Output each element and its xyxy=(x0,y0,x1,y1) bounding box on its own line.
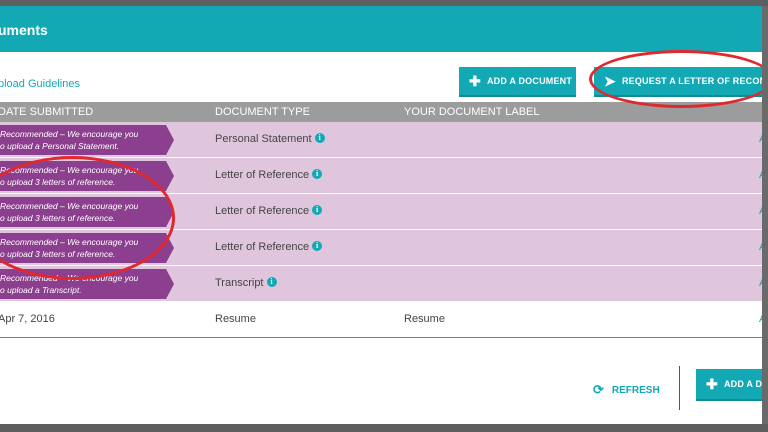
document-type: Transcript i xyxy=(215,277,277,289)
footer-divider xyxy=(679,366,680,410)
flag-line-2: o upload a Personal Statement. xyxy=(0,141,120,151)
panel-title: uments xyxy=(0,22,48,38)
row-action-link[interactable]: A xyxy=(759,205,762,217)
documents-panel: uments pload Guidelines ✚ ADD A DOCUMENT… xyxy=(0,6,768,424)
info-icon[interactable]: i xyxy=(314,133,325,143)
flag-line-1: Recommended – We encourage you xyxy=(0,129,139,139)
document-type: Letter of Reference i xyxy=(215,241,323,253)
row-action-link[interactable]: A xyxy=(759,133,762,145)
refresh-label: REFRESH xyxy=(611,384,660,396)
annotation-circle xyxy=(589,50,762,108)
refresh-button[interactable]: ⟳ REFRESH xyxy=(593,382,660,398)
document-type: Resume xyxy=(215,313,256,325)
info-icon[interactable]: i xyxy=(266,277,277,287)
panel-footer: ⟳ REFRESH ✚ ADD A DOC xyxy=(0,356,762,424)
refresh-icon: ⟳ xyxy=(593,382,604,397)
add-document-button[interactable]: ✚ ADD A DOCUMENT xyxy=(459,67,576,97)
panel-header: uments xyxy=(0,6,762,52)
info-icon[interactable]: i xyxy=(312,205,323,215)
flag-line-2: o upload a Transcript. xyxy=(0,285,82,295)
add-document-button-footer[interactable]: ✚ ADD A DOC xyxy=(696,369,763,401)
plus-icon: ✚ xyxy=(469,73,481,89)
row-action-link[interactable]: A xyxy=(759,241,762,253)
add-document-label: ADD A DOC xyxy=(723,379,763,389)
info-icon[interactable]: i xyxy=(312,169,323,179)
column-document-type: DOCUMENT TYPE xyxy=(215,106,310,118)
table-row: Apr 7, 2016 Resume Resume A xyxy=(0,302,762,338)
document-type: Personal Statement i xyxy=(215,133,325,145)
column-document-label: YOUR DOCUMENT LABEL xyxy=(404,106,540,118)
document-label: Resume xyxy=(404,313,445,325)
row-action-link[interactable]: A xyxy=(759,313,762,325)
document-type: Letter of Reference i xyxy=(215,169,323,181)
document-type-text: Letter of Reference xyxy=(215,241,310,253)
document-type-text: Resume xyxy=(215,313,256,325)
row-action-link[interactable]: A xyxy=(759,277,762,289)
row-action-link[interactable]: A xyxy=(759,169,762,181)
plus-icon: ✚ xyxy=(706,376,718,392)
add-document-label: ADD A DOCUMENT xyxy=(486,76,573,86)
document-type-text: Transcript xyxy=(215,277,264,289)
document-type-text: Letter of Reference xyxy=(215,205,310,217)
recommended-flag: Recommended – We encourage you o upload … xyxy=(0,125,174,155)
document-type-text: Letter of Reference xyxy=(215,169,310,181)
document-type-text: Personal Statement xyxy=(215,133,312,145)
table-row: Recommended – We encourage you o upload … xyxy=(0,122,762,158)
document-type: Letter of Reference i xyxy=(215,205,323,217)
date-submitted: Apr 7, 2016 xyxy=(0,313,55,325)
column-date-submitted: DATE SUBMITTED xyxy=(0,106,94,118)
upload-guidelines-link[interactable]: pload Guidelines xyxy=(0,78,80,90)
info-icon[interactable]: i xyxy=(312,241,323,251)
